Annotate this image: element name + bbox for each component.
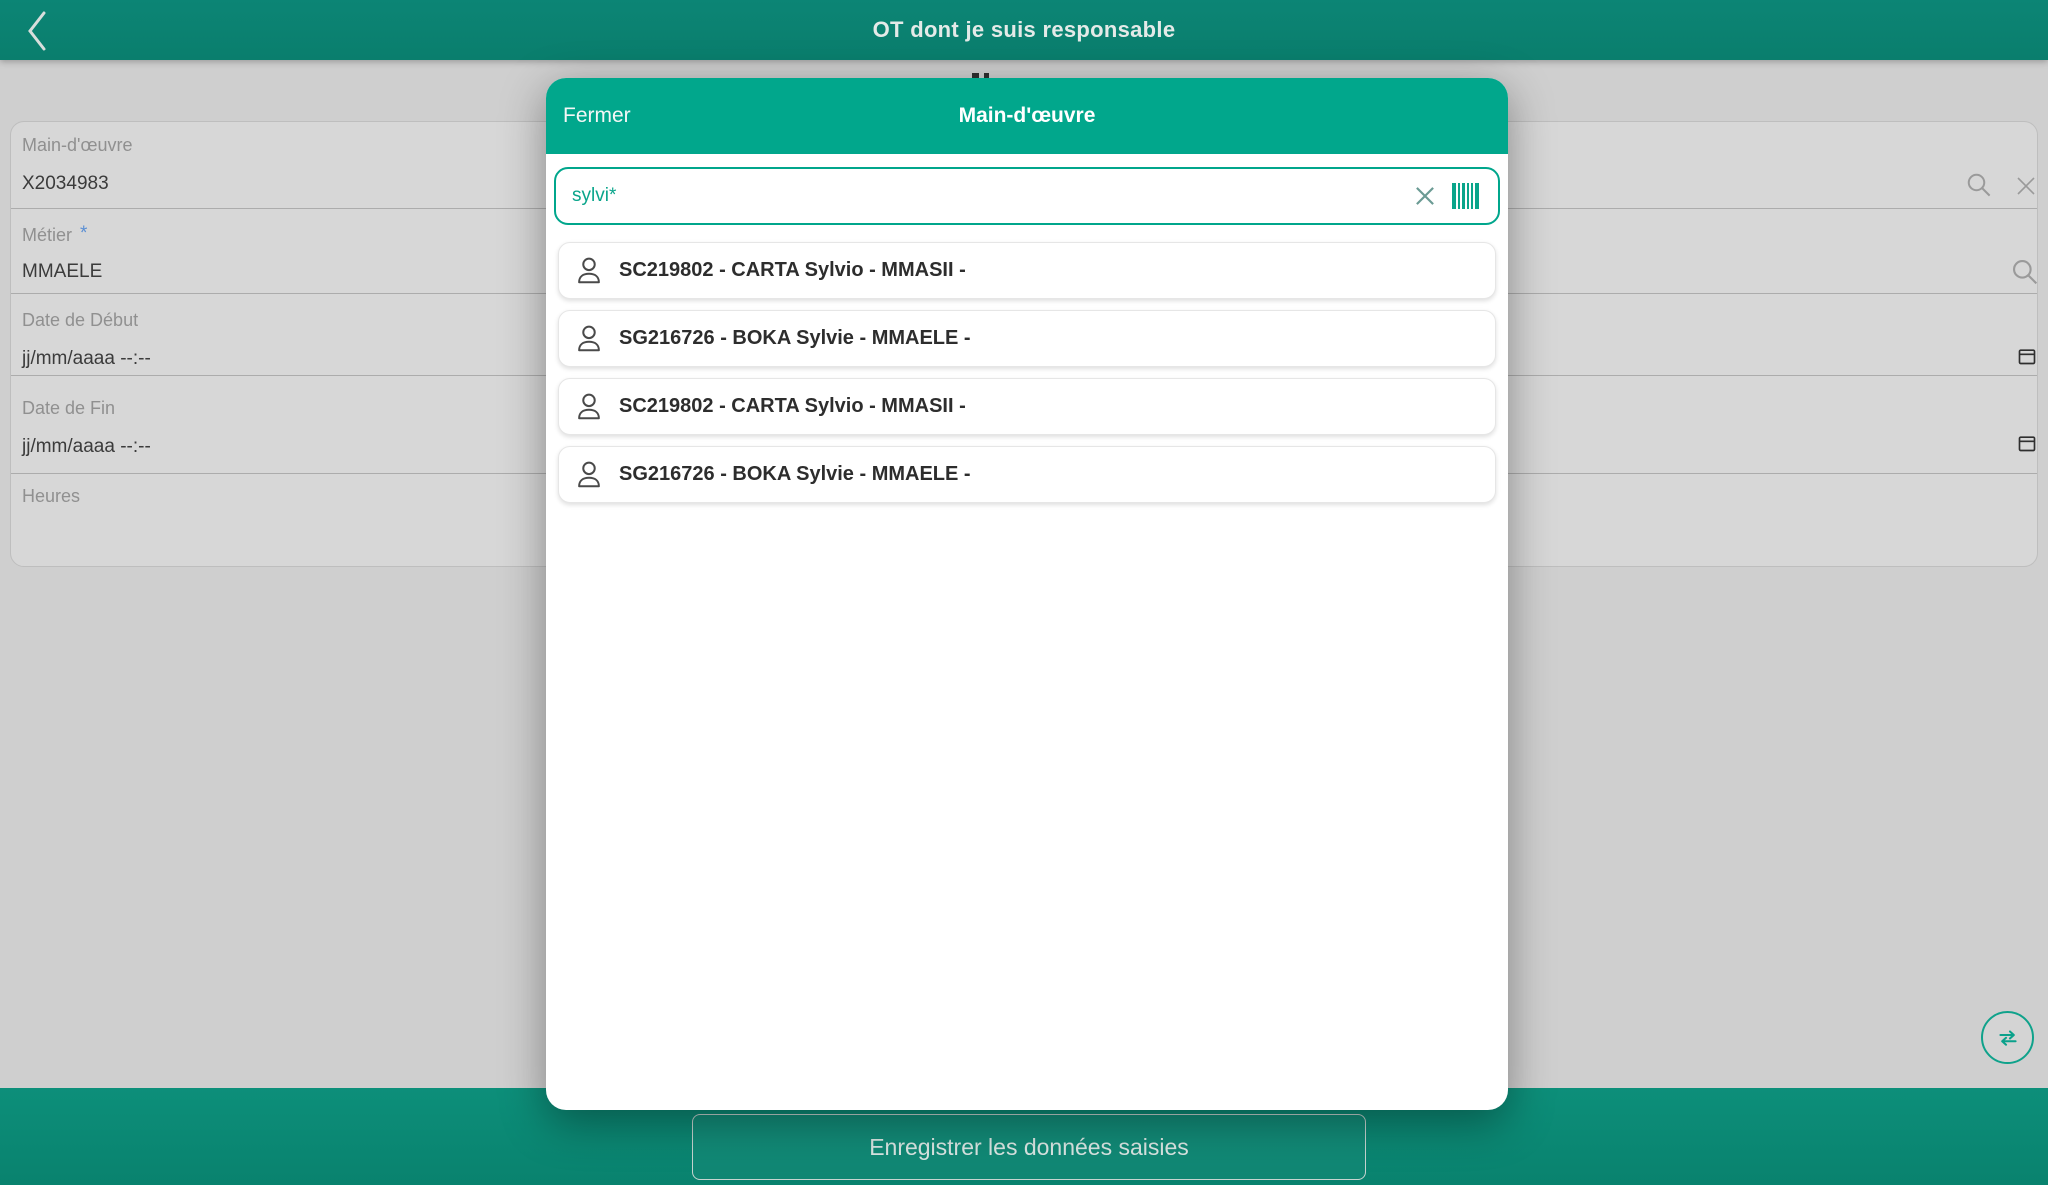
modal-title: Main-d'œuvre <box>959 104 1096 128</box>
field-label-metier: Métier* <box>22 223 87 246</box>
person-icon <box>573 254 605 288</box>
field-label-date-fin: Date de Fin <box>22 398 115 419</box>
field-label-main-doeuvre: Main-d'œuvre <box>22 135 132 156</box>
save-button-label: Enregistrer les données saisies <box>869 1134 1189 1161</box>
labor-result-label: SC219802 - CARTA Sylvio - MMASII - <box>619 395 966 418</box>
labor-result-label: SG216726 - BOKA Sylvie - MMAELE - <box>619 463 971 486</box>
back-button[interactable] <box>16 8 56 54</box>
field-label-heures: Heures <box>22 486 80 507</box>
field-value-main-doeuvre[interactable]: X2034983 <box>22 173 109 195</box>
modal-header: Fermer Main-d'œuvre <box>546 78 1508 154</box>
field-value-metier[interactable]: MMAELE <box>22 261 102 283</box>
search-icon[interactable] <box>2009 256 2041 288</box>
swap-view-button[interactable] <box>1981 1011 2034 1064</box>
top-app-bar: OT dont je suis responsable <box>0 0 2048 60</box>
swap-arrows-icon <box>1995 1025 2021 1051</box>
labor-result-item[interactable]: SC219802 - CARTA Sylvio - MMASII - <box>558 242 1496 299</box>
calendar-icon[interactable] <box>2017 346 2037 366</box>
labor-picker-modal: Fermer Main-d'œuvre SC219802 - CARTA Syl… <box>546 78 1508 1110</box>
labor-result-label: SC219802 - CARTA Sylvio - MMASII - <box>619 259 966 282</box>
clear-icon[interactable] <box>2014 174 2038 198</box>
required-asterisk: * <box>80 223 87 244</box>
search-icon[interactable] <box>1964 170 1994 200</box>
labor-result-item[interactable]: SG216726 - BOKA Sylvie - MMAELE - <box>558 310 1496 367</box>
person-icon <box>573 322 605 356</box>
labor-search-box <box>554 167 1500 225</box>
labor-result-label: SG216726 - BOKA Sylvie - MMAELE - <box>619 327 971 350</box>
close-modal-button[interactable]: Fermer <box>563 78 631 154</box>
labor-result-item[interactable]: SG216726 - BOKA Sylvie - MMAELE - <box>558 446 1496 503</box>
chevron-left-icon <box>23 9 49 53</box>
person-icon <box>573 458 605 492</box>
labor-result-item[interactable]: SC219802 - CARTA Sylvio - MMASII - <box>558 378 1496 435</box>
calendar-icon[interactable] <box>2017 433 2037 453</box>
labor-search-input[interactable] <box>556 185 1412 207</box>
clear-search-icon[interactable] <box>1412 183 1438 209</box>
person-icon <box>573 390 605 424</box>
page-title: OT dont je suis responsable <box>873 17 1176 43</box>
field-value-date-fin[interactable]: jj/mm/aaaa --:-- <box>22 436 151 458</box>
barcode-scan-icon[interactable] <box>1452 182 1482 210</box>
field-value-date-debut[interactable]: jj/mm/aaaa --:-- <box>22 348 151 370</box>
save-button[interactable]: Enregistrer les données saisies <box>692 1114 1366 1180</box>
field-label-date-debut: Date de Début <box>22 310 138 331</box>
